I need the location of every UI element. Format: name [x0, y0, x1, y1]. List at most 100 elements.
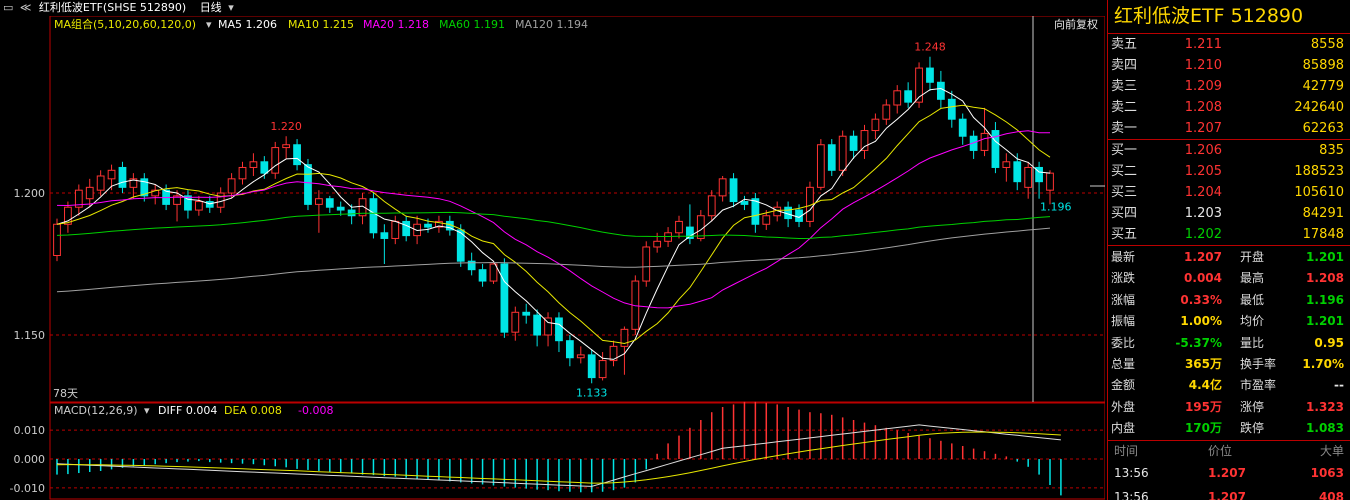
ask-row[interactable]: 卖四 1.210 85898	[1108, 55, 1350, 76]
ask-label: 卖三	[1111, 79, 1138, 94]
candle-body	[271, 147, 280, 174]
ask-label: 卖五	[1111, 37, 1138, 52]
bid-volume: 84291	[1302, 206, 1344, 221]
candle-body	[315, 198, 323, 205]
bid-label: 买五	[1111, 227, 1138, 242]
stat-label: 最高	[1240, 271, 1265, 286]
quote-stats: 最新 1.207 开盘 1.201 涨跌 0.004 最高 1.208 涨幅 0.33% 最低 1.1…	[1108, 246, 1350, 441]
max-price-label: 1.248	[914, 41, 946, 54]
ma-legend-item: MA10 1.215	[288, 18, 354, 31]
candle-body	[205, 201, 214, 208]
kline-chart-area[interactable]: 1.200 1.150 1.248 1.220 1.133 1.196 78天 MA组合(5,…	[0, 16, 1105, 500]
main-chart-border	[49, 16, 1105, 403]
stat-row: 涨跌 0.004 最高 1.208	[1108, 268, 1350, 289]
stat-label: 内盘	[1111, 421, 1136, 436]
tick-row[interactable]: 13:56 1.207 1063	[1108, 461, 1350, 485]
candle-body	[664, 232, 672, 242]
tick-header-vol: 大单	[1319, 443, 1344, 458]
stat-row: 外盘 195万 涨停 1.323	[1108, 397, 1350, 418]
stat-label: 委比	[1111, 335, 1136, 350]
bid-label: 买四	[1111, 206, 1138, 221]
bid-price: 1.202	[1184, 227, 1222, 242]
candle-body	[293, 144, 301, 166]
candle-body	[118, 166, 127, 188]
bid-row[interactable]: 买一 1.206 835	[1108, 140, 1350, 161]
ask-row[interactable]: 卖五 1.211 8558	[1108, 34, 1350, 55]
stat-row: 内盘 170万 跌停 1.083	[1108, 418, 1350, 439]
candle-body	[53, 223, 61, 256]
ma-dropdown-icon: ▾	[206, 18, 212, 31]
tick-volume: 1063	[1310, 465, 1344, 480]
ma-legend-item: MA组合(5,10,20,60,120,0)	[54, 17, 196, 31]
menu-icon[interactable]: ▭	[3, 0, 13, 16]
candle-body	[369, 198, 378, 234]
candle-body	[533, 314, 542, 336]
candle-body	[696, 215, 705, 239]
stat-label: 量比	[1240, 335, 1265, 350]
stat-value: 1.00%	[1180, 314, 1222, 329]
security-title: 红利低波ETF(SHSE 512890)	[38, 1, 187, 14]
stat-row: 最新 1.207 开盘 1.201	[1108, 247, 1350, 268]
tick-price: 1.207	[1208, 465, 1246, 480]
quote-title: 红利低波ETF 512890	[1108, 0, 1350, 34]
ask-price: 1.209	[1184, 79, 1222, 94]
stat-label: 振幅	[1111, 314, 1136, 329]
ask-row[interactable]: 卖三 1.209 42779	[1108, 76, 1350, 97]
bid-row[interactable]: 买三 1.204 105610	[1108, 182, 1350, 203]
dropdown-icon[interactable]: ▾	[228, 0, 234, 16]
stat-label: 市盈率	[1240, 378, 1277, 393]
stat-value: 170万	[1184, 421, 1222, 436]
macd-y-label: -0.010	[10, 482, 45, 495]
stat-row: 涨幅 0.33% 最低 1.196	[1108, 290, 1350, 311]
stat-value: 1.196	[1306, 292, 1344, 307]
candle-body	[936, 81, 945, 100]
stat-value: 1.207	[1184, 250, 1222, 264]
candle-body	[325, 198, 334, 208]
bid-price: 1.206	[1184, 143, 1222, 158]
candle-body	[260, 161, 269, 174]
candle-body	[511, 311, 520, 333]
bid-row[interactable]: 买二 1.205 188523	[1108, 161, 1350, 182]
candle-body	[1013, 161, 1022, 183]
y-axis-label: 1.150	[14, 329, 46, 342]
y-axis-label: 1.200	[14, 187, 46, 200]
bid-row[interactable]: 买四 1.203 84291	[1108, 203, 1350, 224]
candle-body	[227, 178, 236, 194]
ma-legend-item: MA120 1.194	[515, 18, 588, 31]
min-price-label: 1.133	[576, 386, 608, 399]
chevron-left-icon[interactable]: ≪	[20, 0, 32, 16]
candle-body	[424, 223, 432, 228]
tick-row[interactable]: 13:56 1.207 408	[1108, 485, 1350, 500]
stat-value: 0.33%	[1180, 292, 1222, 307]
ask-row[interactable]: 卖一 1.207 62263	[1108, 118, 1350, 139]
candle-body	[522, 311, 531, 316]
stat-label: 开盘	[1240, 250, 1265, 264]
candle-body	[107, 169, 116, 180]
bid-label: 买三	[1111, 185, 1138, 200]
candle-body	[1046, 172, 1054, 191]
tick-time: 13:56	[1114, 489, 1149, 500]
stat-value: 0.95	[1314, 335, 1344, 350]
tick-list[interactable]: 时间 价位 大单 13:56 1.207 1063 13:56 1.207 408	[1108, 441, 1350, 500]
stat-value: 1.70%	[1302, 356, 1344, 371]
quote-panel: 红利低波ETF 512890 卖五 1.211 8558 卖四 1.210 85898 卖三…	[1107, 0, 1350, 500]
bid-row[interactable]: 买五 1.202 17848	[1108, 224, 1350, 245]
candle-body	[238, 166, 247, 180]
kline-chart[interactable]: 1.200 1.150 1.248 1.220 1.133 1.196 78天 MA组合(5,…	[0, 16, 1105, 500]
period-selector[interactable]: 日线	[200, 0, 222, 16]
candle-body	[707, 195, 716, 217]
candle-body	[740, 201, 749, 205]
ask-book: 卖五 1.211 8558 卖四 1.210 85898 卖三 1.209 42779 卖二 1.2…	[1108, 34, 1350, 140]
candle-body	[347, 209, 356, 217]
ask-volume: 242640	[1294, 100, 1344, 115]
ask-row[interactable]: 卖二 1.208 242640	[1108, 97, 1350, 118]
ask-price: 1.207	[1184, 121, 1222, 136]
macd-title: MACD(12,26,9)	[54, 404, 138, 417]
candle-body	[904, 90, 913, 103]
ask-volume: 42779	[1302, 79, 1344, 94]
ask-price: 1.211	[1184, 37, 1222, 52]
candle-body	[642, 246, 651, 282]
candle-body	[718, 178, 727, 197]
bid-label: 买二	[1111, 164, 1138, 179]
ask-price: 1.208	[1184, 100, 1222, 115]
